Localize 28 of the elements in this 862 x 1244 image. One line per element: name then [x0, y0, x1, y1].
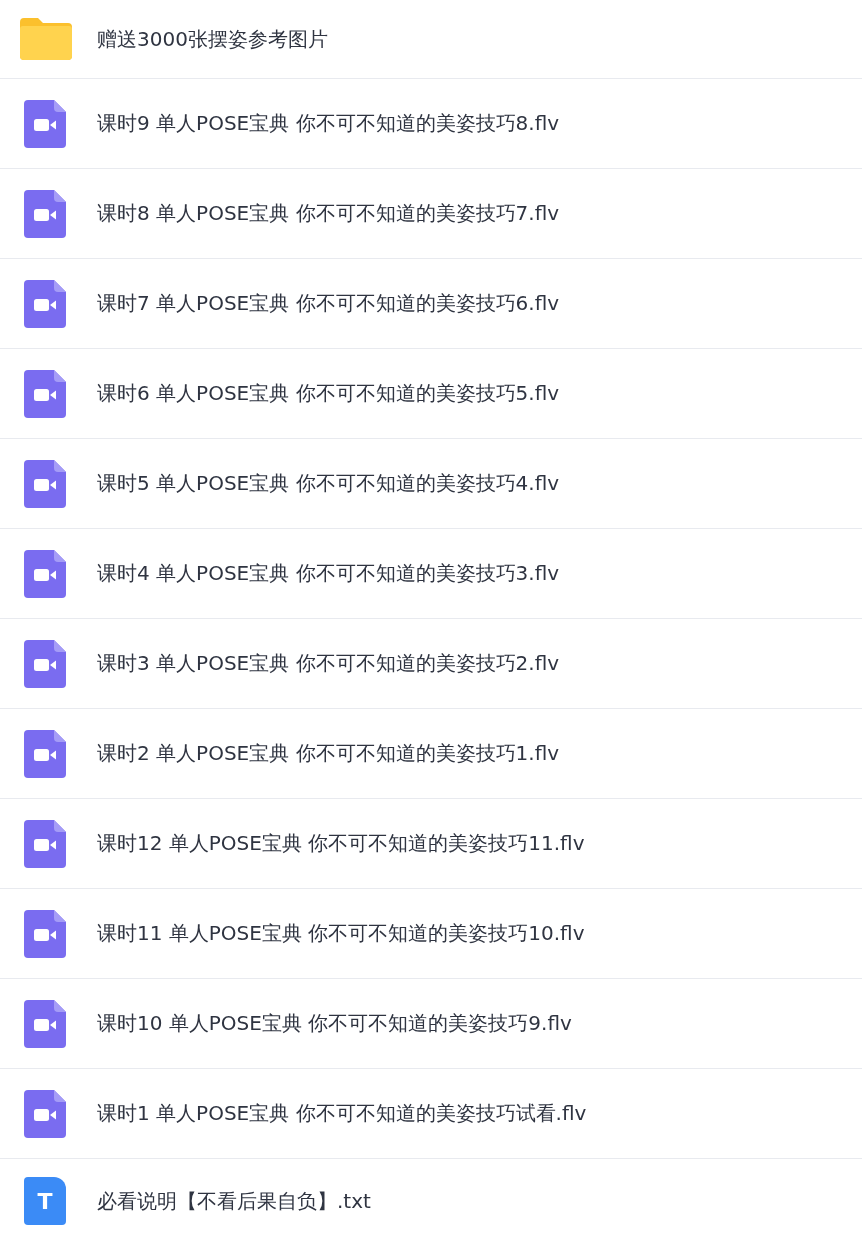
file-name[interactable]: 必看说明【不看后果自负】.txt: [97, 1187, 371, 1215]
file-name[interactable]: 赠送3000张摆姿参考图片: [97, 25, 328, 53]
text-file-icon: T: [24, 1177, 66, 1225]
video-file-icon: [24, 819, 66, 868]
file-name[interactable]: 课时3 单人POSE宝典 你不可不知道的美姿技巧2.flv: [97, 650, 560, 677]
video-file-icon: [24, 459, 66, 508]
file-name[interactable]: 课时12 单人POSE宝典 你不可不知道的美姿技巧11.flv: [97, 830, 585, 857]
folder-icon: [20, 18, 72, 60]
file-name[interactable]: 课时10 单人POSE宝典 你不可不知道的美姿技巧9.flv: [97, 1010, 572, 1037]
video-file-icon: [24, 549, 66, 598]
file-name[interactable]: 课时11 单人POSE宝典 你不可不知道的美姿技巧10.flv: [97, 920, 585, 947]
file-name[interactable]: 课时4 单人POSE宝典 你不可不知道的美姿技巧3.flv: [97, 560, 560, 587]
file-name[interactable]: 课时7 单人POSE宝典 你不可不知道的美姿技巧6.flv: [97, 290, 560, 317]
file-name[interactable]: 课时6 单人POSE宝典 你不可不知道的美姿技巧5.flv: [97, 380, 560, 407]
file-name[interactable]: 课时5 单人POSE宝典 你不可不知道的美姿技巧4.flv: [97, 470, 560, 497]
video-file-icon: [24, 909, 66, 958]
file-name[interactable]: 课时8 单人POSE宝典 你不可不知道的美姿技巧7.flv: [97, 200, 560, 227]
video-file-icon: [24, 279, 66, 328]
video-file-icon: [24, 999, 66, 1048]
video-file-icon: [24, 99, 66, 148]
video-file-icon: [24, 729, 66, 778]
file-name[interactable]: 课时2 单人POSE宝典 你不可不知道的美姿技巧1.flv: [97, 740, 560, 767]
video-file-icon: [24, 369, 66, 418]
video-file-icon: [24, 1089, 66, 1138]
video-file-icon: [24, 639, 66, 688]
file-name[interactable]: 课时1 单人POSE宝典 你不可不知道的美姿技巧试看.flv: [97, 1100, 587, 1127]
video-file-icon: [24, 189, 66, 238]
file-name[interactable]: 课时9 单人POSE宝典 你不可不知道的美姿技巧8.flv: [97, 110, 560, 137]
